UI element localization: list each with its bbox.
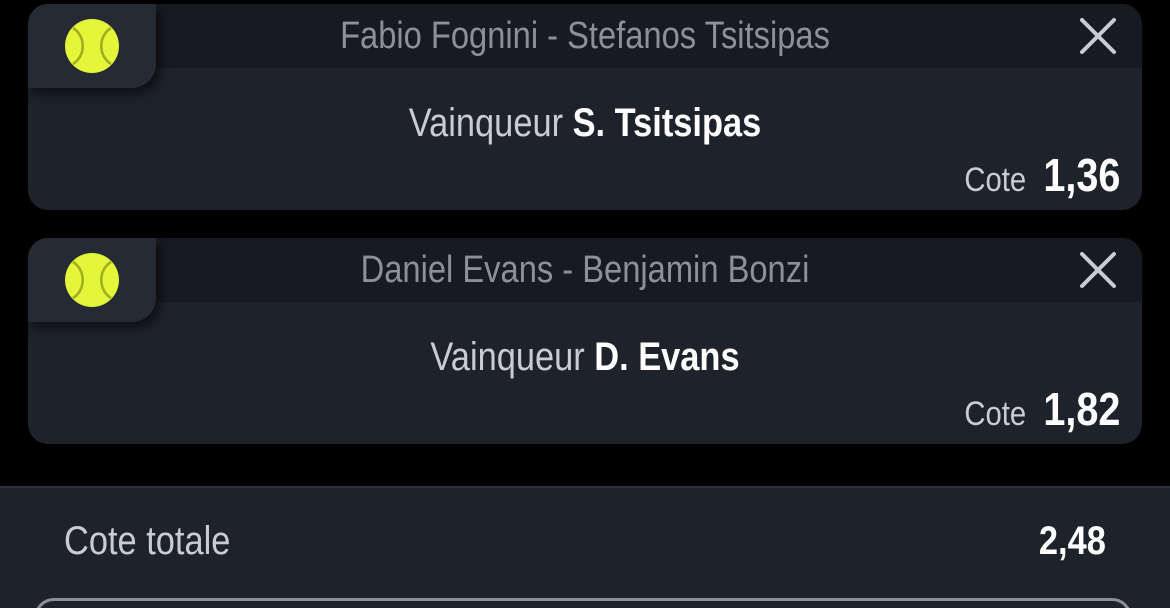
- stake-input[interactable]: [34, 598, 1132, 608]
- odds-row: Cote 1,36: [964, 148, 1120, 204]
- selection: Vainqueur D. Evans: [106, 330, 1064, 384]
- match-title: Fabio Fognini - Stefanos Tsitsipas: [340, 15, 830, 57]
- tennis-ball-icon: [65, 19, 119, 73]
- bet-slip: Fabio Fognini - Stefanos Tsitsipas Vainq…: [0, 0, 1170, 608]
- bet-card: Daniel Evans - Benjamin Bonzi Vainqueur …: [28, 238, 1142, 444]
- sport-badge: [28, 238, 156, 322]
- selection: Vainqueur S. Tsitsipas: [106, 96, 1064, 150]
- odds-label: Cote: [964, 395, 1026, 433]
- bet-card-header: Daniel Evans - Benjamin Bonzi: [28, 238, 1142, 302]
- odds-value: 1,36: [1043, 149, 1120, 201]
- total-odds-label: Cote totale: [64, 519, 231, 563]
- market-label: Vainqueur: [430, 335, 585, 379]
- close-icon: [1080, 18, 1116, 54]
- selection-pick: D. Evans: [594, 335, 740, 379]
- summary-panel: Cote totale 2,48: [0, 486, 1170, 608]
- match-title: Daniel Evans - Benjamin Bonzi: [360, 249, 810, 291]
- total-odds-value: 2,48: [1039, 519, 1106, 563]
- odds-row: Cote 1,82: [964, 382, 1120, 438]
- odds-value: 1,82: [1043, 383, 1120, 435]
- close-icon: [1080, 252, 1116, 288]
- sport-badge: [28, 4, 156, 88]
- remove-bet-button[interactable]: [1078, 16, 1118, 56]
- tennis-ball-icon: [65, 253, 119, 307]
- bet-card-header: Fabio Fognini - Stefanos Tsitsipas: [28, 4, 1142, 68]
- market-label: Vainqueur: [408, 101, 564, 145]
- selection-pick: S. Tsitsipas: [572, 101, 762, 145]
- bet-card: Fabio Fognini - Stefanos Tsitsipas Vainq…: [28, 4, 1142, 210]
- remove-bet-button[interactable]: [1078, 250, 1118, 290]
- odds-label: Cote: [964, 161, 1026, 199]
